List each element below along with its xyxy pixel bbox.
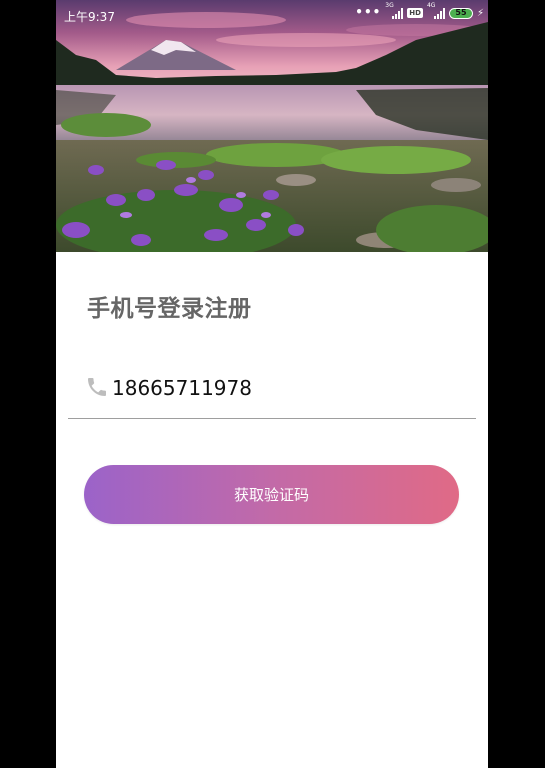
status-icons: ••• 3G HD 4G 55 ⚡ xyxy=(355,2,484,19)
app-screen: 上午9:37 ••• 3G HD 4G 55 ⚡ 手机号登录注册 1866571… xyxy=(56,0,488,768)
hero-image: 上午9:37 ••• 3G HD 4G 55 ⚡ xyxy=(56,0,488,252)
more-dots-icon: ••• xyxy=(355,4,382,19)
phone-input[interactable] xyxy=(112,372,462,404)
battery-icon: 55 xyxy=(448,7,473,19)
status-time: 上午9:37 xyxy=(64,10,115,24)
phone-field[interactable] xyxy=(68,364,476,419)
status-bar: 上午9:37 ••• 3G HD 4G 55 ⚡ xyxy=(56,0,488,30)
hd-badge: HD xyxy=(407,8,423,18)
signal-icon: 3G xyxy=(385,2,404,19)
page-title: 手机号登录注册 xyxy=(87,296,252,322)
landscape-image xyxy=(56,0,488,252)
phone-icon xyxy=(88,378,106,396)
signal-icon-2: 4G xyxy=(427,2,445,19)
charging-icon: ⚡ xyxy=(476,7,484,19)
get-code-button[interactable]: 获取验证码 xyxy=(84,465,459,524)
